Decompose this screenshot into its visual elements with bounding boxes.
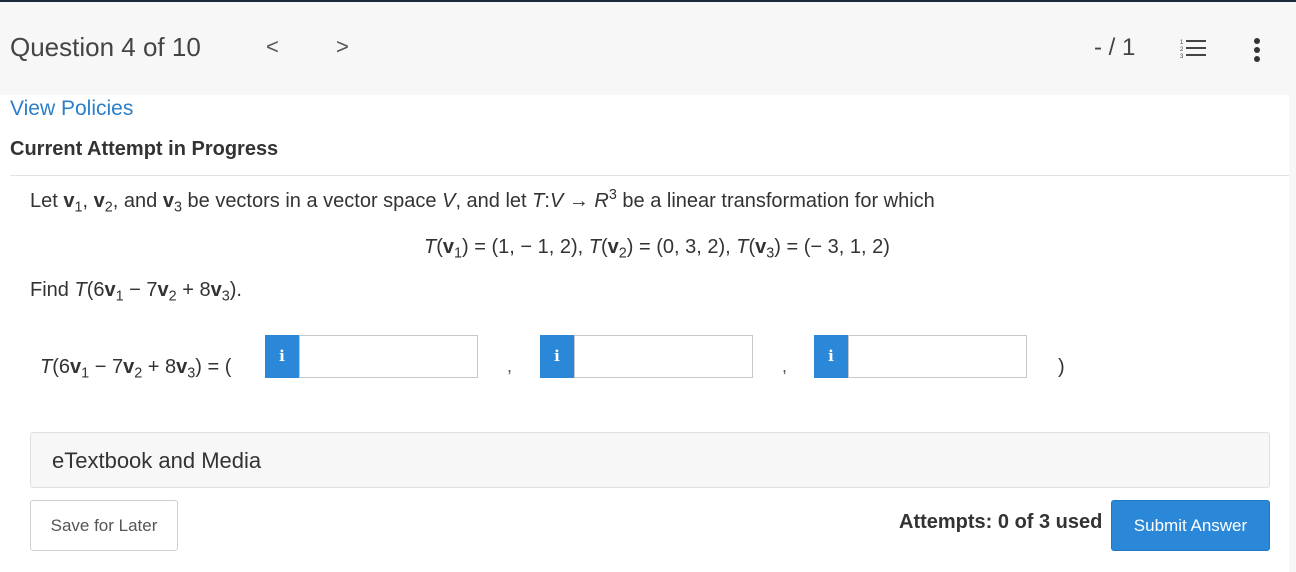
info-icon[interactable]: i — [265, 335, 299, 378]
question-counter: Question 4 of 10 — [10, 32, 201, 62]
answer-input-2[interactable] — [574, 335, 753, 378]
chevron-left-icon[interactable]: < — [266, 36, 279, 58]
answer-close-paren: ) — [1058, 356, 1065, 378]
info-icon[interactable]: i — [540, 335, 574, 378]
save-for-later-button[interactable]: Save for Later — [30, 500, 178, 551]
numbered-list-icon[interactable]: 1 2 3 — [1180, 38, 1208, 60]
info-icon[interactable]: i — [814, 335, 848, 378]
question-intro: Let v1, v2, and v3 be vectors in a vecto… — [30, 187, 935, 216]
divider — [10, 175, 1289, 176]
separator: , — [507, 356, 513, 376]
attempt-status-heading: Current Attempt in Progress — [10, 138, 279, 160]
etextbook-media-label: eTextbook and Media — [52, 448, 262, 473]
svg-text:3: 3 — [1180, 54, 1184, 60]
answer-lhs: T(6v1 − 7v2 + 8v3) = ( — [40, 356, 232, 382]
more-vertical-icon[interactable] — [1250, 38, 1264, 64]
answer-input-3[interactable] — [848, 335, 1027, 378]
answer-input-1[interactable] — [299, 335, 478, 378]
view-policies-link[interactable]: View Policies — [10, 97, 133, 121]
question-header: Question 4 of 10 < > - / 1 1 2 3 — [0, 2, 1296, 95]
separator: , — [782, 356, 788, 376]
score-display: - / 1 — [1094, 34, 1136, 61]
attempts-counter: Attempts: 0 of 3 used — [899, 511, 1103, 533]
chevron-right-icon[interactable]: > — [336, 36, 349, 58]
svg-text:2: 2 — [1180, 47, 1184, 53]
svg-text:1: 1 — [1180, 40, 1184, 46]
question-prompt: Find T(6v1 − 7v2 + 8v3). — [30, 279, 242, 305]
etextbook-media-panel[interactable]: eTextbook and Media — [30, 432, 1270, 488]
side-panel-edge — [1289, 95, 1296, 572]
submit-answer-button[interactable]: Submit Answer — [1111, 500, 1270, 551]
given-equations: T(v1) = (1, − 1, 2), T(v2) = (0, 3, 2), … — [424, 236, 890, 262]
